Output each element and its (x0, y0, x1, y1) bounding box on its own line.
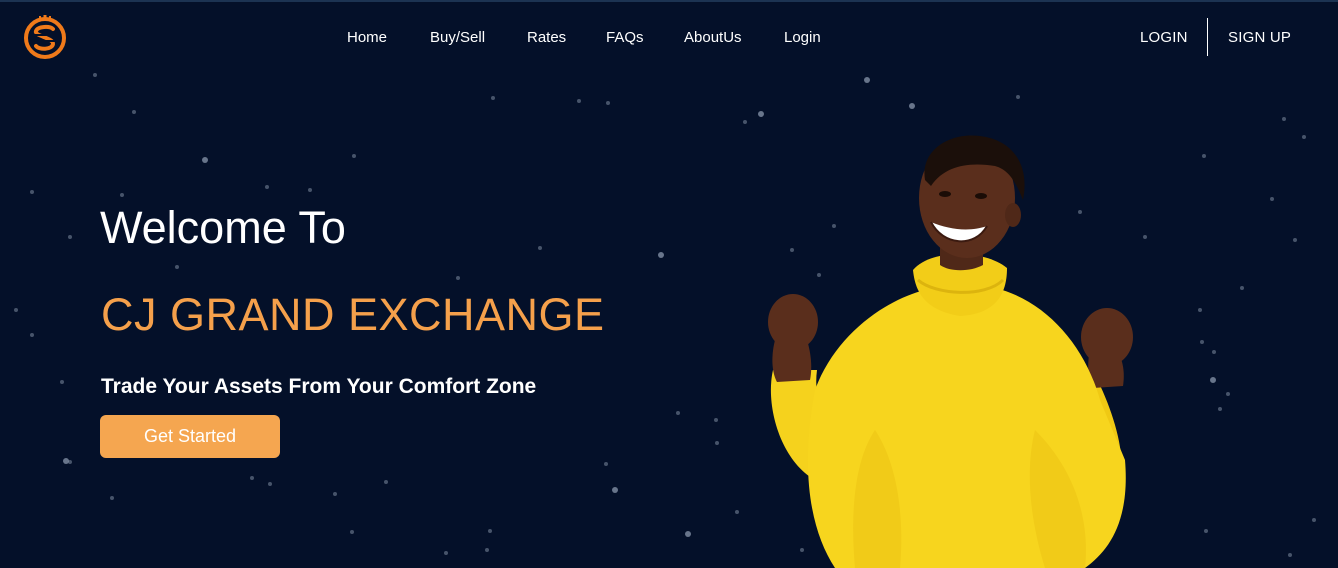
star-dot (1226, 392, 1230, 396)
star-dot (743, 120, 747, 124)
star-dot (202, 157, 208, 163)
star-dot (1016, 95, 1020, 99)
star-dot (1302, 135, 1306, 139)
star-dot (93, 73, 97, 77)
star-dot (352, 154, 356, 158)
hero-woman-image (768, 135, 1133, 568)
star-dot (265, 185, 269, 189)
star-dot (1218, 407, 1222, 411)
star-dot (685, 531, 691, 537)
star-dot (456, 276, 460, 280)
star-dot (1293, 238, 1297, 242)
star-dot (1200, 340, 1204, 344)
nav-home[interactable]: Home (347, 28, 387, 48)
star-dot (864, 77, 870, 83)
signup-button[interactable]: SIGN UP (1228, 28, 1291, 48)
star-dot (250, 476, 254, 480)
star-dot (120, 193, 124, 197)
landing-page: Home Buy/Sell Rates FAQs AboutUs Login L… (0, 0, 1338, 568)
auth-divider (1207, 18, 1208, 56)
star-dot (60, 380, 64, 384)
star-dot (1312, 518, 1316, 522)
star-dot (491, 96, 495, 100)
star-dot (758, 111, 764, 117)
star-dot (1198, 308, 1202, 312)
star-dot (735, 510, 739, 514)
nav-faqs[interactable]: FAQs (606, 28, 644, 48)
star-dot (538, 246, 542, 250)
star-dot (1212, 350, 1216, 354)
star-dot (110, 496, 114, 500)
star-dot (384, 480, 388, 484)
login-button[interactable]: LOGIN (1140, 28, 1188, 48)
star-dot (132, 110, 136, 114)
star-dot (30, 190, 34, 194)
star-dot (612, 487, 618, 493)
star-dot (350, 530, 354, 534)
get-started-button[interactable]: Get Started (100, 415, 280, 458)
star-dot (175, 265, 179, 269)
hero-welcome-heading: Welcome To (100, 202, 346, 253)
star-dot (1210, 377, 1216, 383)
star-dot (658, 252, 664, 258)
star-dot (604, 462, 608, 466)
star-dot (909, 103, 915, 109)
nav-login[interactable]: Login (784, 28, 821, 48)
hero-tagline: Trade Your Assets From Your Comfort Zone (101, 375, 537, 398)
star-dot (714, 418, 718, 422)
star-dot (488, 529, 492, 533)
hero-brand-name: CJ GRAND EXCHANGE (101, 289, 605, 340)
star-dot (444, 551, 448, 555)
star-dot (68, 235, 72, 239)
star-dot (1240, 286, 1244, 290)
star-dot (1204, 529, 1208, 533)
star-dot (577, 99, 581, 103)
star-dot (68, 460, 72, 464)
main-nav: Home Buy/Sell Rates FAQs AboutUs Login (0, 28, 1338, 48)
star-dot (715, 441, 719, 445)
star-dot (1288, 553, 1292, 557)
star-dot (14, 308, 18, 312)
star-dot (1270, 197, 1274, 201)
star-dot (1282, 117, 1286, 121)
star-dot (268, 482, 272, 486)
nav-buy-sell[interactable]: Buy/Sell (430, 28, 485, 48)
star-dot (333, 492, 337, 496)
nav-rates[interactable]: Rates (527, 28, 566, 48)
star-dot (676, 411, 680, 415)
nav-about-us[interactable]: AboutUs (684, 28, 742, 48)
star-dot (606, 101, 610, 105)
star-dot (1202, 154, 1206, 158)
star-dot (30, 333, 34, 337)
star-dot (308, 188, 312, 192)
star-dot (485, 548, 489, 552)
